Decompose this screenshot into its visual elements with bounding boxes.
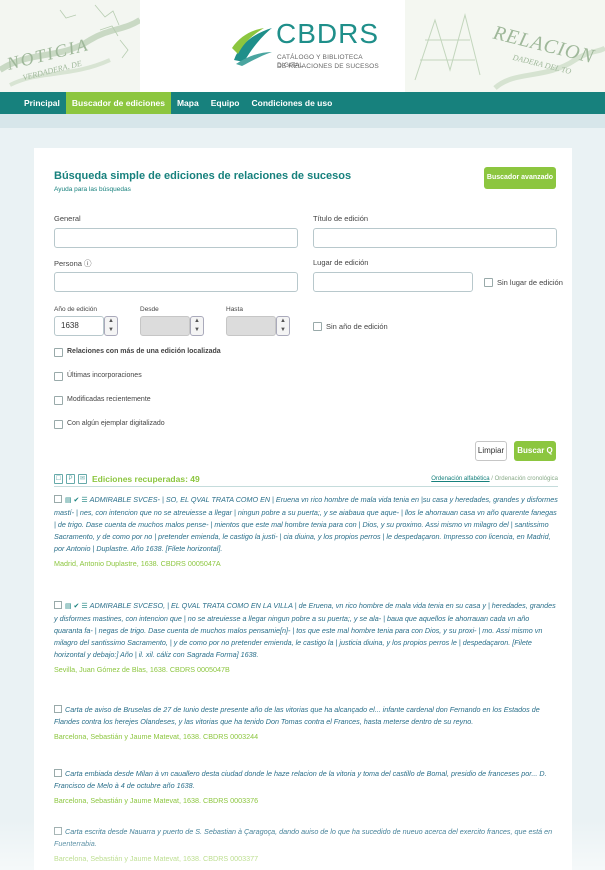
- result-title-link[interactable]: ADMIRABLE SVCESO, | EL QVAL TRATA COMO E…: [54, 601, 556, 659]
- to-year-spinner: ▲ ▼: [276, 316, 290, 336]
- results-count: Ediciones recuperadas: 49: [92, 474, 200, 484]
- clear-button[interactable]: Limpiar: [475, 441, 507, 461]
- place-label: Lugar de edición: [313, 258, 369, 267]
- result-item: Carta escrita desde Nauarra y puerto de …: [54, 826, 558, 863]
- digitized-label: Con algún ejemplar digitalizado: [67, 420, 165, 427]
- general-input[interactable]: [54, 228, 298, 248]
- person-input[interactable]: [54, 272, 298, 292]
- from-label: Desde: [140, 306, 159, 313]
- result-checkbox[interactable]: [54, 827, 62, 835]
- from-year-spinner: ▲ ▼: [190, 316, 204, 336]
- result-checkbox[interactable]: [54, 769, 62, 777]
- logo-title: CBDRS: [276, 18, 380, 49]
- general-label: General: [54, 214, 81, 223]
- result-meta: Madrid, Antonio Duplastre, 1638. CBDRS 0…: [54, 559, 221, 568]
- subnav-bar: [0, 114, 605, 128]
- multi-edition-checkbox[interactable]: [54, 348, 63, 357]
- to-year-input: [226, 316, 276, 336]
- help-link[interactable]: Ayuda para las búsquedas: [54, 186, 131, 193]
- person-label: Persona ⓘ: [54, 259, 92, 268]
- year-label: Año de edición: [54, 306, 98, 313]
- search-button[interactable]: Buscar Q: [514, 441, 556, 461]
- result-checkbox[interactable]: [54, 705, 62, 713]
- export-pdf-icon[interactable]: P: [66, 474, 75, 484]
- result-checkbox[interactable]: [54, 601, 62, 609]
- title-label: Título de edición: [313, 214, 369, 223]
- email-icon[interactable]: ✉: [78, 474, 87, 484]
- latest-checkbox[interactable]: [54, 372, 63, 381]
- no-place-checkbox[interactable]: [484, 278, 493, 287]
- result-item: Carta embiada desde Milan à vn cauallero…: [54, 768, 558, 805]
- site-banner: NOTICIA VERDADERA, DE RELACION DADERA DE…: [0, 0, 605, 92]
- nav-item-buscador[interactable]: Buscador de ediciones: [65, 92, 171, 114]
- modified-checkbox[interactable]: [54, 396, 63, 405]
- result-checkbox[interactable]: [54, 495, 62, 503]
- result-title-link[interactable]: ADMIRABLE SVCES- | SO, EL QVAL TRATA COM…: [54, 495, 558, 553]
- no-year-label: Sin año de edición: [326, 322, 388, 331]
- result-meta: Barcelona, Sebastián y Jaume Matevat, 16…: [54, 796, 259, 805]
- result-meta: Barcelona, Sebastián y Jaume Matevat, 16…: [54, 854, 259, 863]
- sort-options: Ordenación alfabética / Ordenación crono…: [431, 476, 558, 482]
- nav-item-principal[interactable]: Principal: [18, 92, 66, 114]
- result-item: Carta de aviso de Bruselas de 27 de Iuni…: [54, 704, 558, 741]
- result-item: ▤ ✔ ☰ ADMIRABLE SVCESO, | EL QVAL TRATA C…: [54, 600, 558, 674]
- logo-subtitle-line2: DE RELACIONES DE SUCESOS: [277, 63, 379, 70]
- result-meta: Sevilla, Juan Gómez de Blas, 1638. CBDRS…: [54, 665, 230, 674]
- no-place-label: Sin lugar de edición: [497, 278, 563, 287]
- sort-chronological-link[interactable]: Ordenación cronológica: [495, 476, 558, 482]
- results-header: ☐ P ✉ Ediciones recuperadas: 49 Ordenaci…: [54, 473, 558, 487]
- edition-title-input[interactable]: [313, 228, 557, 248]
- result-status-icons: ▤ ✔ ☰: [65, 497, 88, 504]
- digitized-checkbox[interactable]: [54, 420, 63, 429]
- place-input[interactable]: [313, 272, 473, 292]
- advanced-search-button[interactable]: Buscador avanzado: [484, 167, 556, 189]
- cbdrs-logo[interactable]: CBDRS CATÁLOGO Y BIBLIOTECA DIGITAL DE R…: [230, 14, 390, 84]
- from-year-input: [140, 316, 190, 336]
- latest-label: Últimas incorporaciones: [67, 372, 142, 379]
- sort-alphabetical-link[interactable]: Ordenación alfabética: [431, 476, 489, 482]
- nav-item-equipo[interactable]: Equipo: [205, 92, 246, 114]
- result-title-link[interactable]: Carta embiada desde Milan à vn cauallero…: [54, 769, 547, 790]
- result-meta: Barcelona, Sebastián y Jaume Matevat, 16…: [54, 732, 259, 741]
- multi-edition-label: Relaciones con más de una edición locali…: [67, 348, 221, 355]
- nav-item-condiciones[interactable]: Condiciones de uso: [246, 92, 339, 114]
- year-input[interactable]: 1638: [54, 316, 104, 336]
- modified-label: Modificadas recientemente: [67, 396, 151, 403]
- result-title-link[interactable]: Carta de aviso de Bruselas de 27 de Iuni…: [54, 705, 540, 726]
- no-year-checkbox[interactable]: [313, 322, 322, 331]
- result-item: ▤ ✔ ☰ ADMIRABLE SVCES- | SO, EL QVAL TRAT…: [54, 494, 558, 568]
- result-status-icons: ▤ ✔ ☰: [65, 603, 88, 610]
- result-title-link[interactable]: Carta escrita desde Nauarra y puerto de …: [54, 827, 552, 848]
- to-label: Hasta: [226, 306, 243, 313]
- year-spinner[interactable]: ▲ ▼: [104, 316, 118, 336]
- nav-item-mapa[interactable]: Mapa: [171, 92, 205, 114]
- main-nav: Principal Buscador de ediciones Mapa Equ…: [0, 92, 605, 114]
- cbdrs-leaf-icon: [232, 28, 272, 66]
- page-title: Búsqueda simple de ediciones de relacion…: [54, 170, 352, 182]
- select-all-icon[interactable]: ☐: [54, 474, 63, 484]
